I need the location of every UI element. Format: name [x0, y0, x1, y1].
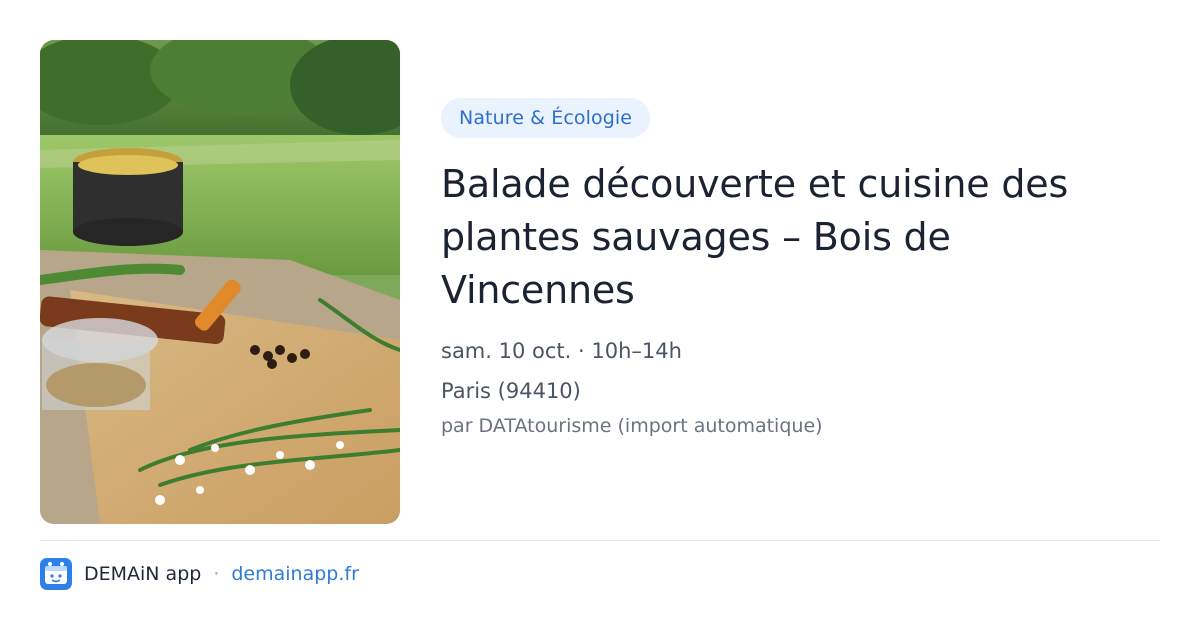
event-location: Paris (94410): [441, 379, 581, 403]
event-info: Nature & Écologie Balade découverte et c…: [441, 98, 1161, 437]
event-photo-illustration: [40, 40, 400, 524]
footer: DEMAiN app · demainapp.fr: [40, 557, 359, 591]
event-date: sam. 10 oct. · 10h–14h: [441, 339, 682, 363]
category-badge[interactable]: Nature & Écologie: [441, 98, 651, 138]
event-title[interactable]: Balade découverte et cuisine des plantes…: [441, 158, 1141, 317]
footer-divider: [40, 540, 1160, 541]
app-domain-link[interactable]: demainapp.fr: [231, 563, 359, 585]
footer-separator: ·: [213, 563, 220, 585]
demain-logo-icon: [40, 558, 72, 590]
event-source: par DATAtourisme (import automatique): [441, 415, 823, 437]
app-name: DEMAiN app: [84, 563, 202, 585]
event-photo: [40, 40, 400, 524]
